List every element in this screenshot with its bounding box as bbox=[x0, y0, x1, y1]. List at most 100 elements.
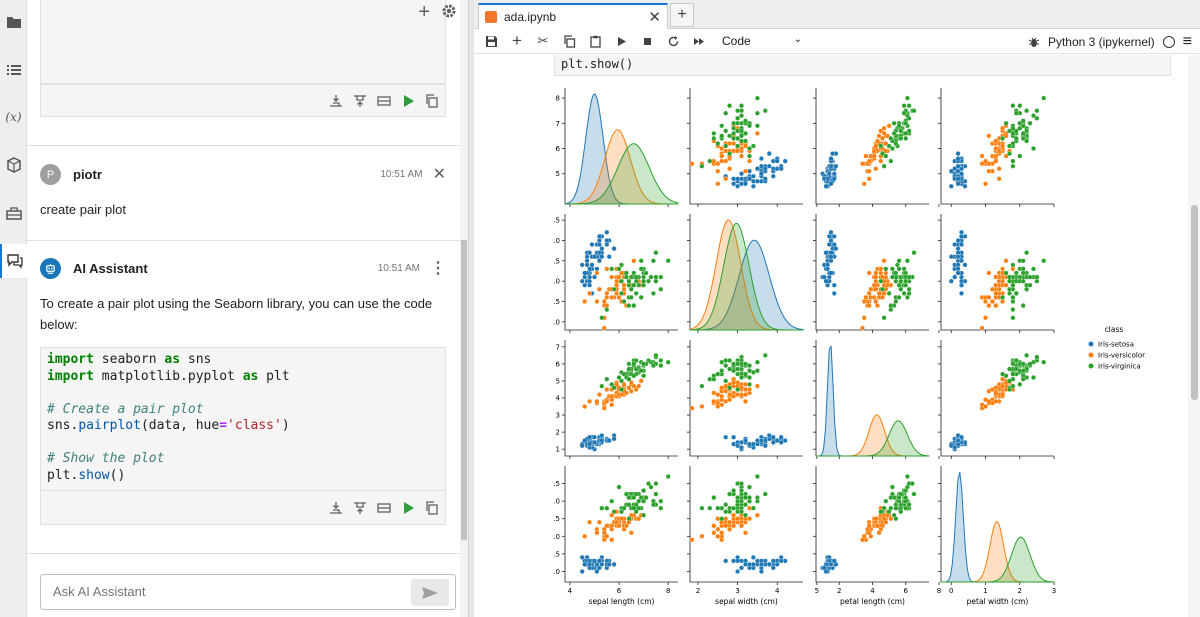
scatter-point bbox=[750, 505, 756, 511]
scatter-point bbox=[727, 526, 733, 532]
scatter-point bbox=[1034, 108, 1040, 114]
scatter-point bbox=[959, 233, 964, 239]
close-tab-icon[interactable]: ✕ bbox=[648, 8, 661, 26]
stop-icon[interactable] bbox=[634, 29, 660, 53]
scatter-point bbox=[1007, 378, 1012, 384]
scatter-point bbox=[888, 495, 894, 501]
settings-gear-icon[interactable] bbox=[440, 2, 458, 20]
scatter-point bbox=[609, 402, 615, 408]
scatter-point bbox=[727, 133, 733, 139]
scatter-point bbox=[711, 390, 717, 396]
scrollbar-thumb[interactable] bbox=[461, 240, 467, 540]
debugger-bug-icon[interactable] bbox=[1028, 36, 1040, 48]
scatter-point bbox=[614, 290, 620, 296]
scatter-point bbox=[727, 103, 733, 109]
scatter-point bbox=[863, 294, 869, 300]
send-icon bbox=[422, 586, 438, 599]
toolbox-icon[interactable] bbox=[0, 196, 27, 230]
save-icon[interactable] bbox=[478, 29, 504, 53]
scatter-point bbox=[1034, 274, 1040, 280]
axes-spine bbox=[564, 340, 678, 457]
scatter-point bbox=[611, 561, 617, 567]
notebook-scrollbar[interactable] bbox=[1188, 55, 1200, 617]
scatter-point bbox=[766, 163, 772, 169]
scatter-point bbox=[636, 383, 642, 389]
insert-below-icon[interactable] bbox=[353, 94, 367, 108]
scatter-point bbox=[993, 290, 999, 296]
send-button[interactable] bbox=[411, 579, 449, 606]
run-all-icon[interactable] bbox=[686, 29, 712, 53]
scatter-point bbox=[723, 378, 729, 384]
scatter-point bbox=[699, 383, 705, 389]
chat-scrollbar[interactable] bbox=[460, 0, 468, 617]
chat-input[interactable] bbox=[53, 584, 393, 599]
scatter-point bbox=[959, 258, 964, 264]
variables-icon[interactable]: (x) bbox=[0, 100, 27, 134]
new-chat-icon[interactable]: + bbox=[418, 2, 430, 22]
user-avatar: P bbox=[40, 164, 61, 185]
scatter-point bbox=[898, 509, 904, 515]
run-icon[interactable] bbox=[608, 29, 634, 53]
cut-icon[interactable]: ✂ bbox=[530, 29, 556, 53]
insert-above-icon[interactable] bbox=[329, 94, 343, 108]
chat-input-box bbox=[40, 574, 456, 610]
copy-code-icon[interactable] bbox=[425, 501, 439, 515]
replace-cell-icon[interactable] bbox=[377, 501, 391, 515]
more-options-icon[interactable]: ⋮ bbox=[430, 259, 446, 279]
input-divider bbox=[27, 553, 460, 554]
scatter-point bbox=[650, 290, 656, 296]
copy-icon[interactable] bbox=[556, 29, 582, 53]
scatter-point bbox=[903, 270, 909, 276]
restart-icon[interactable] bbox=[660, 29, 686, 53]
tab-ada-ipynb[interactable]: ada.ipynb ✕ bbox=[478, 3, 668, 29]
scatter-point bbox=[579, 278, 585, 284]
scatter-point bbox=[959, 171, 964, 177]
extensions-icon[interactable] bbox=[0, 148, 27, 182]
chat-icon[interactable] bbox=[0, 244, 27, 278]
delete-message-icon[interactable]: ✕ bbox=[433, 165, 446, 185]
scatter-point bbox=[747, 146, 752, 151]
insert-above-icon[interactable] bbox=[329, 501, 343, 515]
scatter-point bbox=[626, 366, 632, 372]
menu-icon[interactable]: ≡ bbox=[1183, 33, 1192, 51]
scatter-point bbox=[731, 380, 737, 386]
cell-type-dropdown[interactable]: Code ⌄ bbox=[722, 34, 802, 48]
copy-code-icon[interactable] bbox=[425, 94, 439, 108]
scatter-point bbox=[650, 363, 656, 369]
y-tick-label: 4.0 bbox=[554, 237, 560, 245]
replace-cell-icon[interactable] bbox=[377, 94, 391, 108]
scatter-point bbox=[1027, 120, 1033, 126]
folder-icon[interactable] bbox=[0, 5, 27, 39]
scatter-point bbox=[641, 498, 647, 504]
scatter-point bbox=[996, 176, 1002, 182]
y-tick-label: 2.5 bbox=[554, 480, 560, 488]
scatter-point bbox=[638, 368, 644, 374]
user-message-header: P piotr 10:51 AM ✕ bbox=[40, 164, 446, 185]
table-of-contents-icon[interactable] bbox=[0, 53, 27, 87]
code-cell[interactable]: plt.show() bbox=[554, 55, 1171, 76]
insert-cell-icon[interactable]: + bbox=[504, 29, 530, 53]
scatter-point bbox=[979, 153, 985, 159]
scatter-point bbox=[886, 509, 892, 515]
scatter-point bbox=[828, 254, 834, 260]
scatter-point bbox=[735, 108, 741, 114]
insert-below-icon[interactable] bbox=[353, 501, 367, 515]
scatter-point bbox=[699, 505, 705, 511]
new-tab-button[interactable]: + bbox=[670, 3, 694, 27]
scatter-point bbox=[750, 173, 756, 179]
scatter-point bbox=[631, 303, 637, 309]
run-code-icon[interactable] bbox=[401, 501, 415, 515]
scatter-point bbox=[993, 398, 999, 404]
scatter-point bbox=[609, 393, 615, 399]
run-code-icon[interactable] bbox=[401, 94, 415, 108]
kernel-name[interactable]: Python 3 (ipykernel) bbox=[1048, 35, 1155, 49]
scatter-point bbox=[955, 254, 961, 260]
paste-icon[interactable] bbox=[582, 29, 608, 53]
scatter-point bbox=[653, 491, 659, 497]
scatter-point bbox=[633, 290, 639, 296]
scatter-point bbox=[719, 516, 725, 522]
scatter-point bbox=[878, 158, 884, 164]
scrollbar-thumb[interactable] bbox=[1191, 205, 1198, 400]
scatter-point bbox=[653, 250, 659, 256]
scatter-point bbox=[623, 270, 629, 276]
